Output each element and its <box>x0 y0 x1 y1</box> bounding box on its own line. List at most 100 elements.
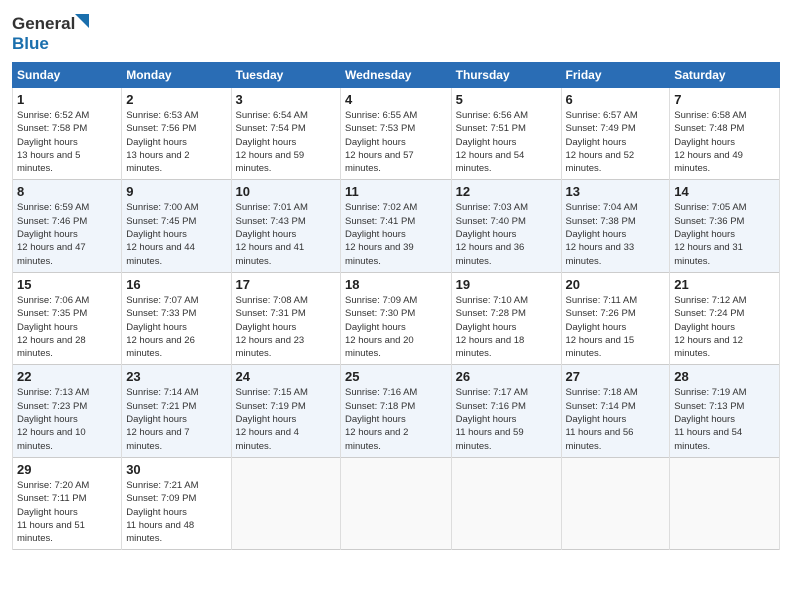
col-mon: Monday <box>122 63 231 88</box>
table-cell: 5 Sunrise: 6:56 AMSunset: 7:51 PMDayligh… <box>451 88 561 180</box>
col-tue: Tuesday <box>231 63 340 88</box>
logo-mark: General Blue <box>12 14 77 54</box>
day-info: Sunrise: 7:20 AMSunset: 7:11 PMDaylight … <box>17 480 89 544</box>
table-cell <box>231 457 340 549</box>
table-cell: 4 Sunrise: 6:55 AMSunset: 7:53 PMDayligh… <box>341 88 452 180</box>
day-number: 21 <box>674 277 775 292</box>
table-cell: 3 Sunrise: 6:54 AMSunset: 7:54 PMDayligh… <box>231 88 340 180</box>
col-sat: Saturday <box>670 63 780 88</box>
day-number: 7 <box>674 92 775 107</box>
col-fri: Friday <box>561 63 670 88</box>
table-cell: 20 Sunrise: 7:11 AMSunset: 7:26 PMDaylig… <box>561 272 670 364</box>
day-info: Sunrise: 6:59 AMSunset: 7:46 PMDaylight … <box>17 202 89 266</box>
day-number: 2 <box>126 92 226 107</box>
day-number: 24 <box>236 369 336 384</box>
day-info: Sunrise: 6:53 AMSunset: 7:56 PMDaylight … <box>126 110 198 174</box>
logo: General Blue <box>12 14 77 54</box>
day-number: 5 <box>456 92 557 107</box>
day-info: Sunrise: 7:09 AMSunset: 7:30 PMDaylight … <box>345 295 417 359</box>
table-cell: 18 Sunrise: 7:09 AMSunset: 7:30 PMDaylig… <box>341 272 452 364</box>
day-info: Sunrise: 6:58 AMSunset: 7:48 PMDaylight … <box>674 110 746 174</box>
day-number: 3 <box>236 92 336 107</box>
day-number: 20 <box>566 277 666 292</box>
day-info: Sunrise: 7:12 AMSunset: 7:24 PMDaylight … <box>674 295 746 359</box>
table-cell: 30 Sunrise: 7:21 AMSunset: 7:09 PMDaylig… <box>122 457 231 549</box>
day-info: Sunrise: 7:07 AMSunset: 7:33 PMDaylight … <box>126 295 198 359</box>
day-info: Sunrise: 7:13 AMSunset: 7:23 PMDaylight … <box>17 387 89 451</box>
table-cell: 27 Sunrise: 7:18 AMSunset: 7:14 PMDaylig… <box>561 365 670 457</box>
day-info: Sunrise: 7:16 AMSunset: 7:18 PMDaylight … <box>345 387 417 451</box>
table-cell: 6 Sunrise: 6:57 AMSunset: 7:49 PMDayligh… <box>561 88 670 180</box>
day-info: Sunrise: 7:02 AMSunset: 7:41 PMDaylight … <box>345 202 417 266</box>
table-cell <box>561 457 670 549</box>
day-number: 15 <box>17 277 117 292</box>
header-row: Sunday Monday Tuesday Wednesday Thursday… <box>13 63 780 88</box>
day-info: Sunrise: 6:54 AMSunset: 7:54 PMDaylight … <box>236 110 308 174</box>
table-cell: 24 Sunrise: 7:15 AMSunset: 7:19 PMDaylig… <box>231 365 340 457</box>
table-cell: 26 Sunrise: 7:17 AMSunset: 7:16 PMDaylig… <box>451 365 561 457</box>
day-number: 9 <box>126 184 226 199</box>
table-cell: 23 Sunrise: 7:14 AMSunset: 7:21 PMDaylig… <box>122 365 231 457</box>
table-cell: 1 Sunrise: 6:52 AMSunset: 7:58 PMDayligh… <box>13 88 122 180</box>
day-info: Sunrise: 7:17 AMSunset: 7:16 PMDaylight … <box>456 387 528 451</box>
calendar-table: Sunday Monday Tuesday Wednesday Thursday… <box>12 62 780 550</box>
page-container: General Blue Sunday Monday Tuesday Wedne… <box>0 0 792 560</box>
day-info: Sunrise: 6:57 AMSunset: 7:49 PMDaylight … <box>566 110 638 174</box>
day-number: 10 <box>236 184 336 199</box>
table-cell: 8 Sunrise: 6:59 AMSunset: 7:46 PMDayligh… <box>13 180 122 272</box>
table-cell: 19 Sunrise: 7:10 AMSunset: 7:28 PMDaylig… <box>451 272 561 364</box>
day-info: Sunrise: 7:03 AMSunset: 7:40 PMDaylight … <box>456 202 528 266</box>
calendar-row: 1 Sunrise: 6:52 AMSunset: 7:58 PMDayligh… <box>13 88 780 180</box>
table-cell: 13 Sunrise: 7:04 AMSunset: 7:38 PMDaylig… <box>561 180 670 272</box>
day-info: Sunrise: 7:06 AMSunset: 7:35 PMDaylight … <box>17 295 89 359</box>
day-number: 8 <box>17 184 117 199</box>
table-cell: 21 Sunrise: 7:12 AMSunset: 7:24 PMDaylig… <box>670 272 780 364</box>
day-info: Sunrise: 7:21 AMSunset: 7:09 PMDaylight … <box>126 480 198 544</box>
day-number: 25 <box>345 369 447 384</box>
table-cell: 10 Sunrise: 7:01 AMSunset: 7:43 PMDaylig… <box>231 180 340 272</box>
page-header: General Blue <box>12 10 780 54</box>
table-cell <box>451 457 561 549</box>
table-cell <box>670 457 780 549</box>
day-number: 1 <box>17 92 117 107</box>
day-number: 18 <box>345 277 447 292</box>
day-info: Sunrise: 7:14 AMSunset: 7:21 PMDaylight … <box>126 387 198 451</box>
day-number: 29 <box>17 462 117 477</box>
table-cell: 25 Sunrise: 7:16 AMSunset: 7:18 PMDaylig… <box>341 365 452 457</box>
table-cell: 28 Sunrise: 7:19 AMSunset: 7:13 PMDaylig… <box>670 365 780 457</box>
day-info: Sunrise: 7:19 AMSunset: 7:13 PMDaylight … <box>674 387 746 451</box>
day-info: Sunrise: 7:08 AMSunset: 7:31 PMDaylight … <box>236 295 308 359</box>
day-number: 16 <box>126 277 226 292</box>
day-info: Sunrise: 7:04 AMSunset: 7:38 PMDaylight … <box>566 202 638 266</box>
day-info: Sunrise: 7:01 AMSunset: 7:43 PMDaylight … <box>236 202 308 266</box>
day-number: 4 <box>345 92 447 107</box>
day-number: 14 <box>674 184 775 199</box>
table-cell: 15 Sunrise: 7:06 AMSunset: 7:35 PMDaylig… <box>13 272 122 364</box>
day-info: Sunrise: 7:05 AMSunset: 7:36 PMDaylight … <box>674 202 746 266</box>
table-cell: 2 Sunrise: 6:53 AMSunset: 7:56 PMDayligh… <box>122 88 231 180</box>
day-info: Sunrise: 6:56 AMSunset: 7:51 PMDaylight … <box>456 110 528 174</box>
day-info: Sunrise: 6:55 AMSunset: 7:53 PMDaylight … <box>345 110 417 174</box>
day-number: 12 <box>456 184 557 199</box>
day-info: Sunrise: 6:52 AMSunset: 7:58 PMDaylight … <box>17 110 89 174</box>
table-cell: 12 Sunrise: 7:03 AMSunset: 7:40 PMDaylig… <box>451 180 561 272</box>
table-cell: 14 Sunrise: 7:05 AMSunset: 7:36 PMDaylig… <box>670 180 780 272</box>
table-cell: 22 Sunrise: 7:13 AMSunset: 7:23 PMDaylig… <box>13 365 122 457</box>
col-sun: Sunday <box>13 63 122 88</box>
col-thu: Thursday <box>451 63 561 88</box>
calendar-row: 15 Sunrise: 7:06 AMSunset: 7:35 PMDaylig… <box>13 272 780 364</box>
col-wed: Wednesday <box>341 63 452 88</box>
table-cell: 16 Sunrise: 7:07 AMSunset: 7:33 PMDaylig… <box>122 272 231 364</box>
day-number: 11 <box>345 184 447 199</box>
day-info: Sunrise: 7:10 AMSunset: 7:28 PMDaylight … <box>456 295 528 359</box>
day-number: 30 <box>126 462 226 477</box>
table-cell: 29 Sunrise: 7:20 AMSunset: 7:11 PMDaylig… <box>13 457 122 549</box>
day-number: 27 <box>566 369 666 384</box>
day-number: 26 <box>456 369 557 384</box>
day-info: Sunrise: 7:00 AMSunset: 7:45 PMDaylight … <box>126 202 198 266</box>
calendar-row: 22 Sunrise: 7:13 AMSunset: 7:23 PMDaylig… <box>13 365 780 457</box>
day-number: 22 <box>17 369 117 384</box>
table-cell: 7 Sunrise: 6:58 AMSunset: 7:48 PMDayligh… <box>670 88 780 180</box>
day-number: 19 <box>456 277 557 292</box>
table-cell <box>341 457 452 549</box>
